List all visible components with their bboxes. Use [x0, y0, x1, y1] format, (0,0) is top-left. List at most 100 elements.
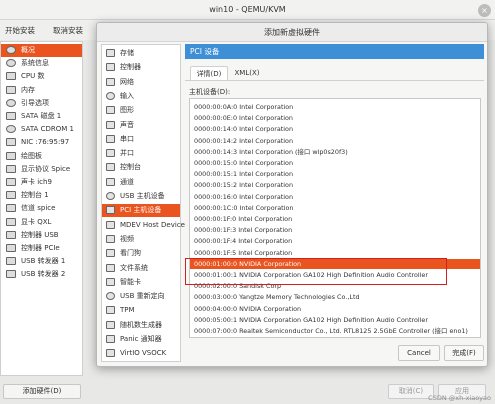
usb-icon: [6, 270, 16, 279]
usb-icon: [106, 292, 115, 301]
parallel-icon: [106, 149, 115, 158]
sidebar-item[interactable]: USB 转发器 1: [1, 255, 82, 268]
category-item[interactable]: 网络: [102, 76, 180, 89]
cpu-icon: [6, 72, 16, 81]
sidebar-item-label: USB 转发器 2: [21, 270, 66, 279]
category-item-label: 随机数生成器: [120, 320, 162, 329]
category-item[interactable]: 文件系统: [102, 262, 180, 275]
tab-xml[interactable]: XML(X): [230, 66, 264, 81]
gear-icon: [6, 98, 16, 107]
category-item-label: Panic 通知器: [120, 335, 162, 343]
category-item-label: 看门狗: [120, 249, 141, 258]
category-item[interactable]: Panic 通知器: [102, 333, 180, 346]
device-row[interactable]: 0000:05:00:1 NVIDIA Corporation GA102 Hi…: [190, 315, 480, 325]
category-item-label: 智能卡: [120, 277, 141, 286]
sidebar-item-label: 控制器 PCIe: [21, 244, 60, 252]
sound-icon: [106, 120, 115, 129]
category-item[interactable]: USB 主机设备: [102, 190, 180, 203]
category-item-label: USB 重新定向: [120, 292, 165, 301]
sidebar-item[interactable]: 引导选项: [1, 97, 82, 110]
device-row[interactable]: 0000:07:00:0 Realtek Semiconductor Co., …: [190, 326, 480, 336]
sidebar-item[interactable]: 显示协议 Spice: [1, 163, 82, 176]
close-icon[interactable]: ×: [478, 4, 491, 17]
category-item-label: 文件系统: [120, 263, 148, 272]
sidebar-item[interactable]: USB 转发器 2: [1, 268, 82, 281]
tablet-icon: [6, 151, 16, 160]
category-item[interactable]: VirtIO VSOCK: [102, 347, 180, 360]
cancel-button[interactable]: 取消(C): [388, 384, 434, 399]
host-device-list[interactable]: 0000:00:0A:0 Intel Corporation 0000:00:0E…: [189, 98, 481, 338]
sidebar-item-label: 引导选项: [21, 98, 49, 107]
cancel-install-button[interactable]: 取消安装: [53, 25, 83, 36]
tpm-icon: [106, 306, 115, 315]
category-item[interactable]: 通道: [102, 176, 180, 189]
sidebar-item-label: 显卡 QXL: [21, 217, 52, 226]
sidebar-item[interactable]: 概况: [1, 44, 82, 57]
sidebar-item[interactable]: 显卡 QXL: [1, 216, 82, 229]
category-item[interactable]: 存储: [102, 47, 180, 60]
dialog-cancel-button[interactable]: Cancel: [398, 345, 440, 361]
sidebar-item[interactable]: 系统信息: [1, 57, 82, 70]
sidebar-item[interactable]: CPU 数: [1, 70, 82, 83]
tab-divider: [185, 80, 484, 81]
begin-install-button[interactable]: 开始安装: [5, 25, 35, 36]
sidebar-item[interactable]: 信道 spice: [1, 202, 82, 215]
device-row[interactable]: 0000:03:00:0 Yangtze Memory Technologies…: [190, 292, 480, 302]
device-row[interactable]: 0000:00:0A:0 Intel Corporation: [190, 102, 480, 112]
device-row[interactable]: 0000:00:1F:4 Intel Corporation: [190, 236, 480, 246]
channel-icon: [6, 204, 16, 213]
device-row[interactable]: 0000:00:14:3 Intel Corporation (接口 wlp0s…: [190, 147, 480, 157]
category-item[interactable]: 声音: [102, 119, 180, 132]
device-row[interactable]: 0000:00:1F:5 Intel Corporation: [190, 248, 480, 258]
sidebar-item[interactable]: 控制器 USB: [1, 229, 82, 242]
device-row[interactable]: 0000:00:15:1 Intel Corporation: [190, 169, 480, 179]
category-item[interactable]: 控制器: [102, 61, 180, 74]
category-item[interactable]: 智能卡: [102, 276, 180, 289]
controller-icon: [6, 244, 16, 252]
device-row[interactable]: 0000:00:14:2 Intel Corporation: [190, 136, 480, 146]
category-item[interactable]: USB 重新定向: [102, 290, 180, 303]
sidebar-item[interactable]: 声卡 ich9: [1, 176, 82, 189]
device-row[interactable]: 0000:00:1C:0 Intel Corporation: [190, 203, 480, 213]
sidebar-item-label: 信道 spice: [21, 204, 56, 213]
device-row[interactable]: 0000:00:0E:0 Intel Corporation: [190, 113, 480, 123]
category-item-label: TPM: [120, 306, 135, 315]
device-row[interactable]: 0000:04:00:0 NVIDIA Corporation: [190, 304, 480, 314]
device-row[interactable]: 0000:00:1F:0 Intel Corporation: [190, 214, 480, 224]
category-item[interactable]: 视频: [102, 233, 180, 246]
category-item[interactable]: 图形: [102, 104, 180, 117]
category-item[interactable]: MDEV Host Device: [102, 219, 185, 232]
controller-icon: [6, 230, 16, 239]
sidebar-item[interactable]: 内存: [1, 84, 82, 97]
host-device-label: 主机设备(D):: [189, 88, 231, 96]
category-item[interactable]: 串口: [102, 133, 180, 146]
category-item[interactable]: 看门狗: [102, 247, 180, 260]
device-row[interactable]: 0000:00:14:0 Intel Corporation: [190, 124, 480, 134]
device-row[interactable]: 0000:00:15:2 Intel Corporation: [190, 180, 480, 190]
sidebar-item-label: 声卡 ich9: [21, 178, 52, 186]
device-row[interactable]: 0000:00:16:0 Intel Corporation: [190, 192, 480, 202]
finish-button[interactable]: 完成(F): [444, 345, 484, 361]
sidebar-item[interactable]: 控制器 PCIe: [1, 242, 82, 255]
sound-icon: [6, 178, 16, 186]
sidebar-item[interactable]: NIC :76:95:97: [1, 136, 82, 149]
category-item[interactable]: TPM: [102, 304, 180, 317]
device-row[interactable]: 0000:00:1F:3 Intel Corporation: [190, 225, 480, 235]
sidebar-item-label: CPU 数: [21, 72, 45, 81]
display-icon: [6, 164, 16, 173]
sidebar-item[interactable]: SATA CDROM 1: [1, 123, 82, 136]
sidebar-item[interactable]: 控制台 1: [1, 189, 82, 202]
tab-details[interactable]: 详情(D): [190, 66, 228, 81]
sidebar-item-label: 内存: [21, 85, 35, 94]
sidebar-item[interactable]: SATA 磁盘 1: [1, 110, 82, 123]
sidebar-item[interactable]: 绘图板: [1, 150, 82, 163]
category-item[interactable]: PCI 主机设备: [102, 204, 180, 217]
category-item[interactable]: 并口: [102, 147, 180, 160]
add-hardware-button[interactable]: 添加硬件(D): [3, 384, 81, 399]
category-item[interactable]: 控制台: [102, 161, 180, 174]
category-item[interactable]: 随机数生成器: [102, 319, 180, 332]
device-row[interactable]: 0000:00:15:0 Intel Corporation: [190, 158, 480, 168]
category-item[interactable]: 输入: [102, 90, 180, 103]
hardware-category-list: 存储 控制器网络 输入 图形声音 串口 并口 控制台通道 USB 主机设备 PCI 主机设备 MD…: [101, 44, 185, 362]
watchdog-icon: [106, 249, 115, 258]
